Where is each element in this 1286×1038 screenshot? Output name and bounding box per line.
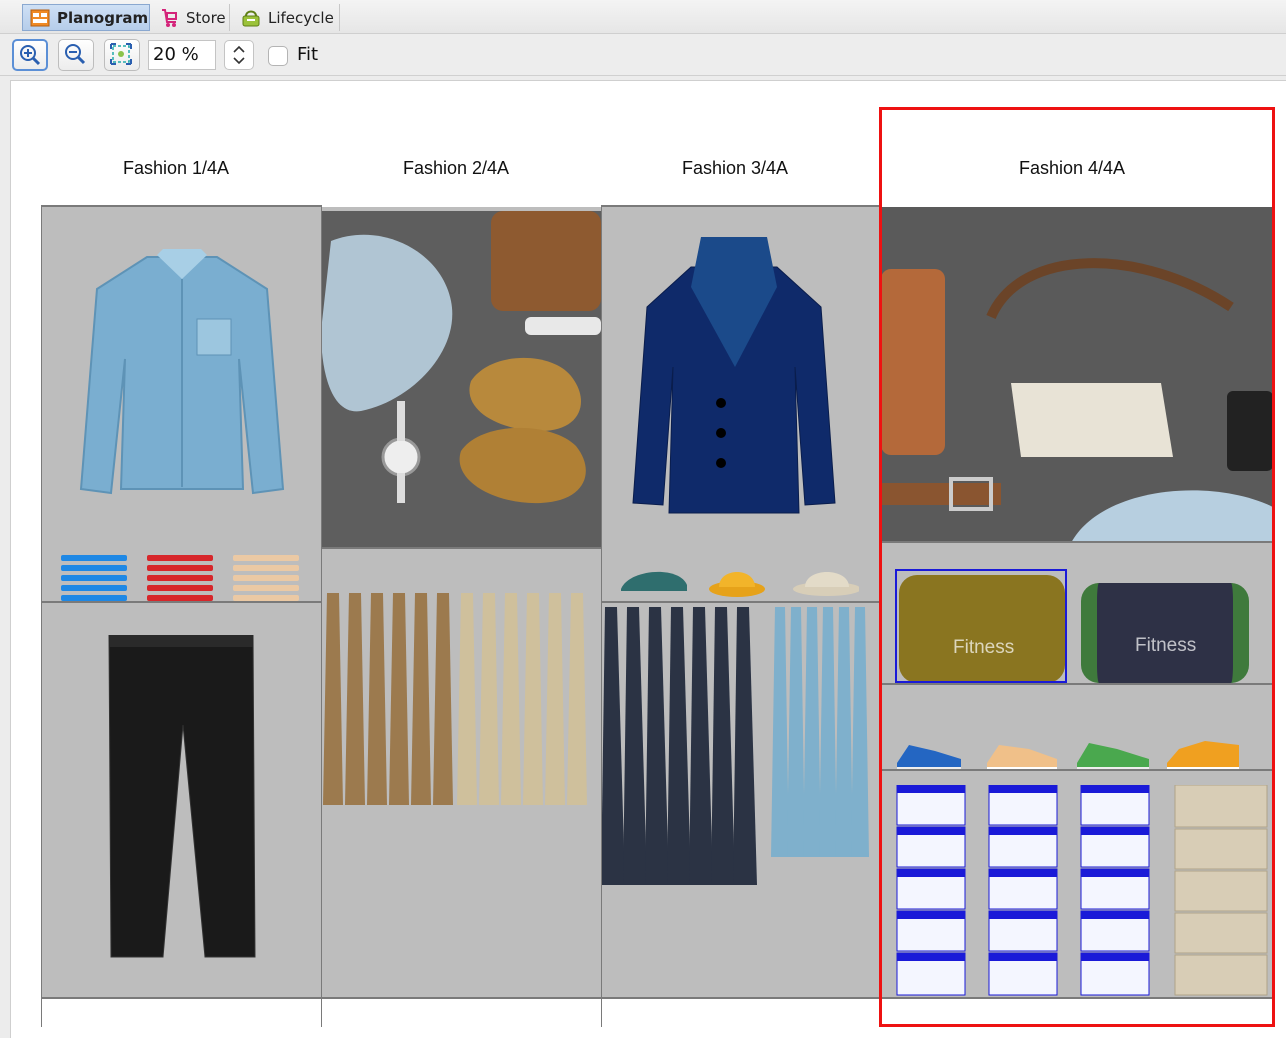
bay-title: Fashion 2/4A [403,158,510,178]
planogram-canvas[interactable]: Fashion 1/4A Fashion 2/4A Fashion 3/4A F… [10,80,1286,1038]
bay-title: Fashion 1/4A [123,158,230,178]
zoom-out-icon [65,44,86,65]
accessories-illustration [321,211,601,504]
hats-product[interactable] [619,555,859,599]
shelf-line [41,601,321,603]
tab-store-label: Store [186,8,226,27]
tab-lifecycle[interactable]: Lifecycle [234,4,340,31]
shelf-line [321,547,601,549]
zoom-out-button[interactable] [58,39,94,71]
fit-checkbox[interactable] [268,46,288,66]
shelf-line [601,601,881,603]
bay-2[interactable] [321,207,601,999]
tab-lifecycle-label: Lifecycle [268,8,334,27]
bay-divider [41,205,42,1027]
shirt-product[interactable] [77,249,287,501]
tab-store[interactable]: Store [152,4,230,31]
tab-planogram[interactable]: Planogram [22,4,150,31]
up-down-arrows-icon [233,45,245,65]
zoom-in-icon [20,45,41,66]
zoom-in-button[interactable] [12,39,48,71]
bay-divider [601,205,602,1027]
zoom-fit-button[interactable] [104,39,140,71]
planogram-icon [29,7,51,29]
shelf-line [41,205,321,207]
selected-bay-outline [879,107,1275,1027]
tab-bar: Planogram Store Lifecycle [0,0,1286,34]
bay-3[interactable] [601,207,881,999]
zoom-input[interactable]: 20 % [148,40,216,70]
trousers-product[interactable] [105,635,257,959]
bay-divider [321,205,322,1027]
coat-product[interactable] [631,237,837,517]
store-icon [158,7,180,29]
tab-planogram-label: Planogram [57,8,149,27]
folded-tshirts-product[interactable] [59,551,309,603]
shelf-line [601,205,881,207]
bay-title: Fashion 3/4A [682,158,789,178]
fit-label: Fit [297,44,319,65]
lifecycle-icon [240,7,262,29]
hanging-jackets-product[interactable] [601,607,881,889]
zoom-stepper[interactable] [224,40,254,70]
toolbar: 20 % Fit [0,34,1286,76]
hanging-pants-product[interactable] [321,593,601,815]
accessories-photo[interactable] [321,211,601,547]
bay-1[interactable] [41,207,321,999]
fit-to-page-icon [110,43,132,65]
